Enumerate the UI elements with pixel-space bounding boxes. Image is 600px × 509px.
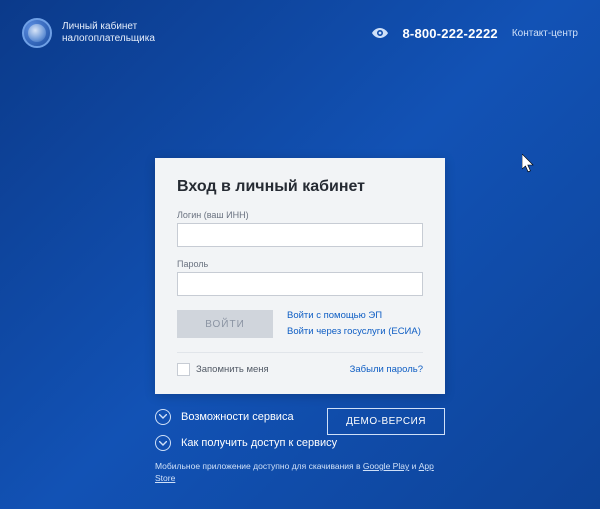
mouse-cursor-icon [522, 154, 536, 179]
brand-line2: налогоплательщика [62, 33, 155, 46]
app-note: Мобильное приложение доступно для скачив… [155, 461, 445, 485]
chevron-down-icon [155, 435, 171, 451]
remember-checkbox[interactable] [177, 363, 190, 376]
accessibility-icon[interactable] [372, 28, 388, 38]
login-button[interactable]: ВОЙТИ [177, 310, 273, 338]
login-title: Вход в личный кабинет [177, 178, 423, 196]
chevron-down-icon [155, 409, 171, 425]
header-right: 8-800-222-2222 Контакт-центр [372, 26, 578, 41]
features-row: Возможности сервиса ДЕМО-ВЕРСИЯ [155, 408, 445, 435]
alt-login-links: Войти с помощью ЭП Войти через госуслуги… [287, 310, 421, 337]
login-label: Логин (ваш ИНН) [177, 210, 423, 220]
features-link[interactable]: Возможности сервиса [155, 409, 294, 425]
google-play-link[interactable]: Google Play [363, 461, 409, 471]
contact-center-link[interactable]: Контакт-центр [512, 28, 578, 39]
login-esia-link[interactable]: Войти через госуслуги (ЕСИА) [287, 326, 421, 337]
howto-link[interactable]: Как получить доступ к сервису [155, 435, 445, 451]
demo-button[interactable]: ДЕМО-ВЕРСИЯ [327, 408, 445, 435]
header: Личный кабинет налогоплательщика 8-800-2… [0, 0, 600, 48]
brand-line1: Личный кабинет [62, 21, 155, 34]
brand-text: Личный кабинет налогоплательщика [62, 21, 155, 46]
forgot-password-link[interactable]: Забыли пароль? [350, 364, 423, 375]
features-text: Возможности сервиса [181, 411, 294, 423]
below-card: Возможности сервиса ДЕМО-ВЕРСИЯ Как полу… [155, 408, 445, 485]
app-note-and: и [409, 461, 418, 471]
password-label: Пароль [177, 259, 423, 269]
login-card: Вход в личный кабинет Логин (ваш ИНН) Па… [155, 158, 445, 394]
remember-wrap: Запомнить меня [177, 363, 269, 376]
app-note-prefix: Мобильное приложение доступно для скачив… [155, 461, 363, 471]
login-row: ВОЙТИ Войти с помощью ЭП Войти через гос… [177, 310, 423, 338]
login-input[interactable] [177, 223, 423, 247]
remember-label: Запомнить меня [196, 364, 269, 375]
login-ep-link[interactable]: Войти с помощью ЭП [287, 310, 421, 321]
brand: Личный кабинет налогоплательщика [22, 18, 155, 48]
support-phone[interactable]: 8-800-222-2222 [402, 26, 497, 41]
howto-text: Как получить доступ к сервису [181, 437, 337, 449]
password-input[interactable] [177, 272, 423, 296]
remember-row: Запомнить меня Забыли пароль? [177, 352, 423, 376]
fns-logo [22, 18, 52, 48]
